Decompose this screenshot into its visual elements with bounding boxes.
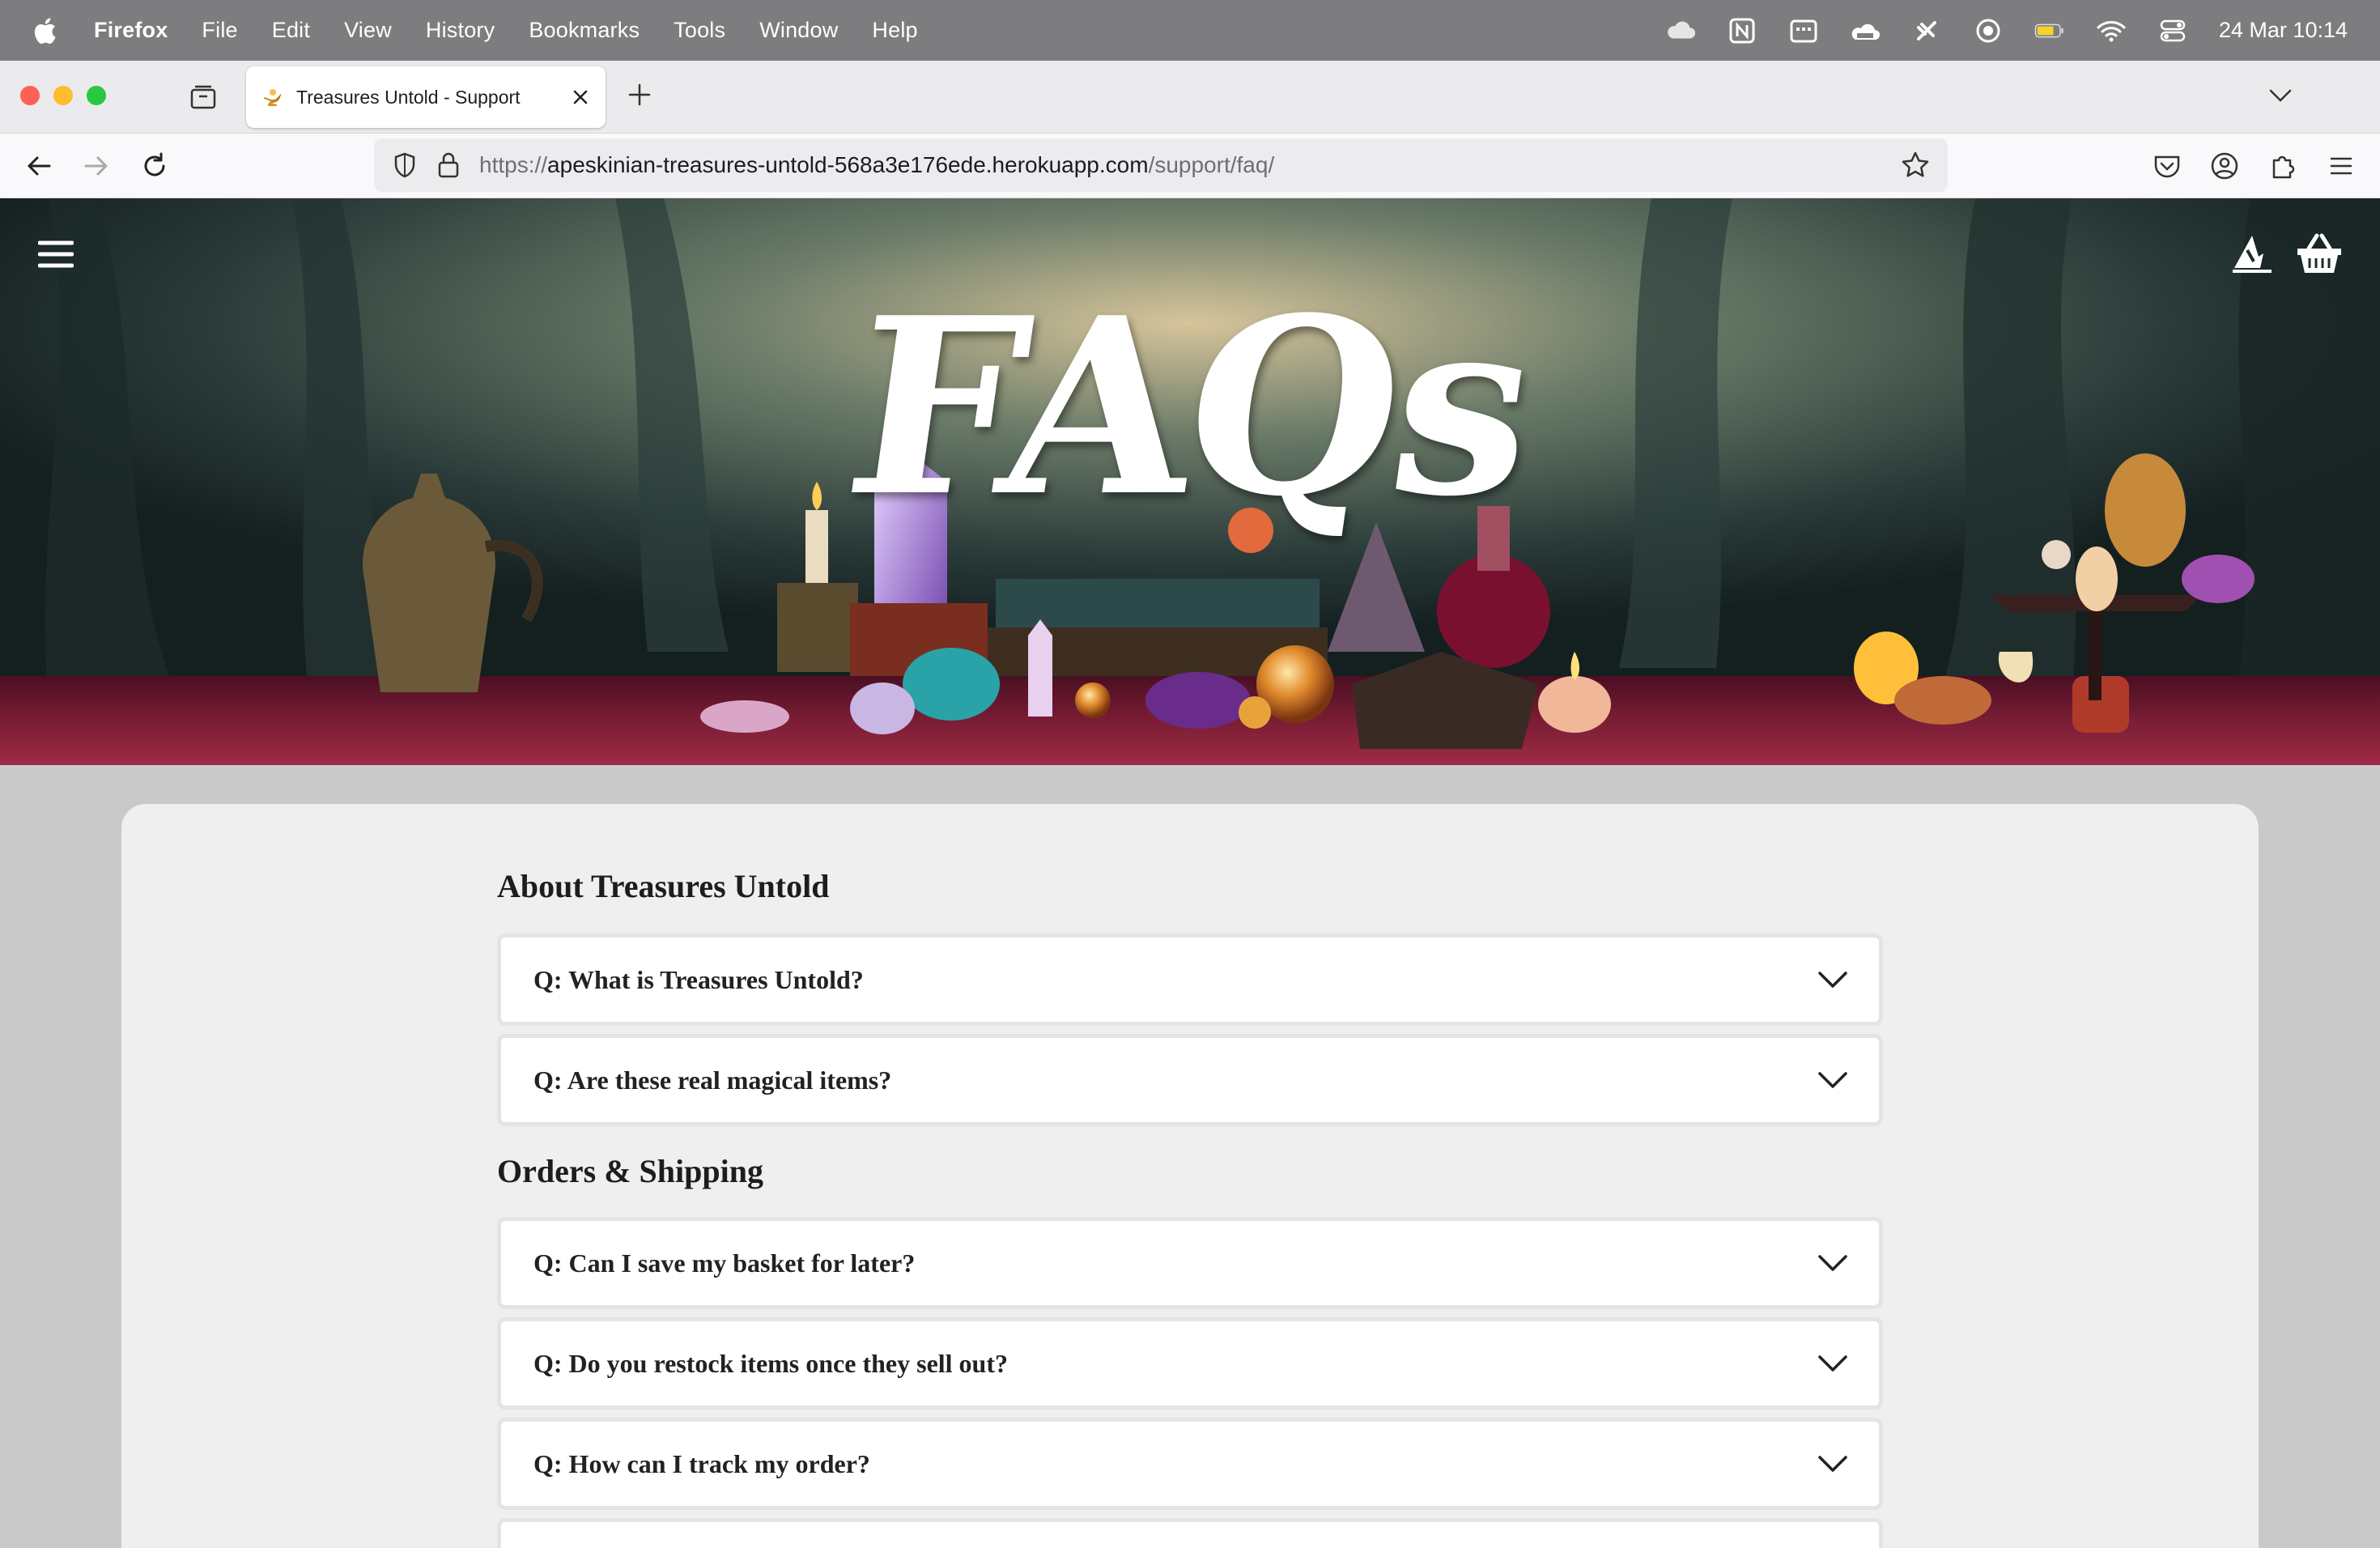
url-path: /support/faq/	[1148, 152, 1275, 177]
faq-question: Q: How can I track my order?	[533, 1448, 870, 1478]
icloud-icon[interactable]	[1665, 17, 1696, 45]
battery-icon[interactable]	[2034, 17, 2065, 45]
menu-help[interactable]: Help	[872, 18, 917, 43]
faq-item[interactable]: Q: Are these real magical items?	[497, 1034, 1883, 1126]
menu-view[interactable]: View	[344, 18, 392, 43]
section-heading-orders: Orders & Shipping	[497, 1153, 763, 1189]
control-center-icon[interactable]	[2157, 17, 2188, 45]
faq-item[interactable]: Q: Can I save my basket for later?	[497, 1217, 1883, 1309]
tab-overview-icon[interactable]	[189, 83, 217, 110]
faq-question: Q: Do you restock items once they sell o…	[533, 1348, 1008, 1378]
apple-icon[interactable]	[32, 17, 57, 45]
chevron-down-icon	[1818, 972, 1847, 988]
url-scheme: https://	[479, 152, 548, 177]
faq-question: Q: What is Treasures Untold?	[533, 964, 864, 994]
chevron-down-icon	[1818, 1255, 1847, 1271]
web-page: FAQs About Treasures Untold Q: What is T…	[0, 198, 2380, 1548]
window-close-button[interactable]	[20, 86, 40, 105]
hero-title: FAQs	[832, 264, 1549, 550]
tab-close-icon[interactable]	[570, 87, 591, 108]
cloud-app-icon[interactable]	[1850, 17, 1881, 45]
paw-icon[interactable]	[1911, 17, 1942, 45]
media-icon[interactable]	[1973, 17, 2004, 45]
menu-app-name[interactable]: Firefox	[94, 18, 168, 43]
faq-question: Q: Are these real magical items?	[533, 1065, 892, 1095]
menu-clock[interactable]: 24 Mar 10:14	[2219, 18, 2348, 43]
wifi-icon[interactable]	[2096, 17, 2127, 45]
faq-item[interactable]: Q: What is Treasures Untold?	[497, 933, 1883, 1026]
faq-question: Q: Can I save my basket for later?	[533, 1248, 916, 1278]
url-text[interactable]: https://apeskinian-treasures-untold-568a…	[479, 152, 1274, 178]
chevron-down-icon	[1818, 1072, 1847, 1088]
url-host: apeskinian-treasures-untold-568a3e176ede…	[547, 152, 1149, 177]
menu-bookmarks[interactable]: Bookmarks	[529, 18, 640, 43]
menu-edit[interactable]: Edit	[272, 18, 310, 43]
macos-menu-bar: Firefox File Edit View History Bookmarks…	[0, 0, 2380, 61]
faq-item-partial[interactable]	[497, 1518, 1883, 1548]
chevron-down-icon	[1818, 1355, 1847, 1372]
menu-window[interactable]: Window	[759, 18, 838, 43]
tracking-protection-shield-icon[interactable]	[392, 151, 418, 179]
section-heading-about: About Treasures Untold	[497, 868, 830, 904]
faq-item[interactable]: Q: How can I track my order?	[497, 1418, 1883, 1510]
chevron-down-icon	[1818, 1456, 1847, 1472]
pocket-icon[interactable]	[2152, 151, 2182, 181]
app-menu-icon[interactable]	[2326, 151, 2357, 181]
window-minimize-button[interactable]	[53, 86, 73, 105]
bookmark-star-icon[interactable]	[1901, 151, 1930, 180]
list-all-tabs-chevron-icon[interactable]	[2267, 84, 2294, 107]
shopping-basket-icon[interactable]	[2296, 232, 2343, 274]
calendar-icon[interactable]	[1788, 17, 1819, 45]
tab-active[interactable]: Treasures Untold - Support	[246, 66, 606, 128]
genie-lamp-favicon-icon	[263, 89, 282, 106]
faq-item[interactable]: Q: Do you restock items once they sell o…	[497, 1317, 1883, 1410]
window-zoom-button[interactable]	[87, 86, 106, 105]
notion-icon[interactable]	[1727, 17, 1757, 45]
menu-file[interactable]: File	[202, 18, 237, 43]
hamburger-menu-icon[interactable]	[38, 239, 74, 270]
new-tab-plus-icon[interactable]	[627, 82, 652, 108]
menu-tools[interactable]: Tools	[674, 18, 725, 43]
menu-history[interactable]: History	[426, 18, 495, 43]
hero-banner: FAQs	[0, 198, 2380, 765]
wizard-hat-account-icon[interactable]	[2231, 232, 2273, 274]
extensions-puzzle-icon[interactable]	[2267, 151, 2298, 181]
account-icon[interactable]	[2209, 151, 2240, 181]
forward-arrow-icon[interactable]	[81, 151, 112, 181]
lock-icon[interactable]	[436, 151, 461, 179]
address-bar[interactable]: https://apeskinian-treasures-untold-568a…	[374, 138, 1948, 192]
tab-title: Treasures Untold - Support	[296, 86, 521, 108]
back-arrow-icon[interactable]	[23, 151, 54, 181]
reload-icon[interactable]	[139, 151, 170, 181]
